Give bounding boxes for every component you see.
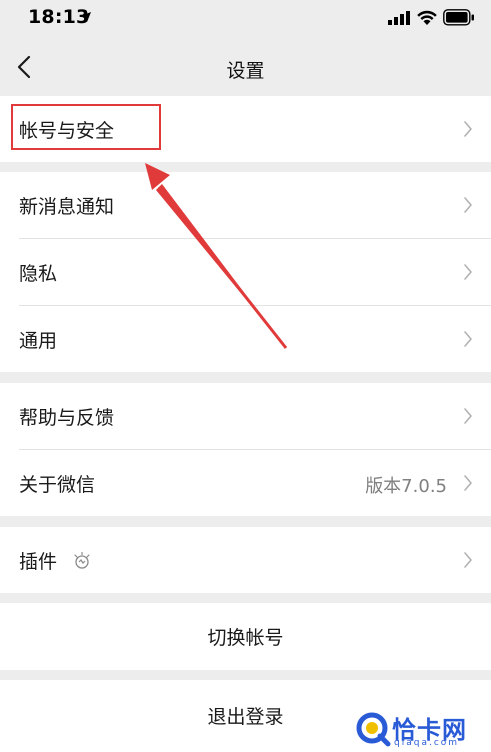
watermark-url: qiaqa.com (394, 738, 460, 748)
annotation-arrow-icon (145, 163, 288, 349)
watermark-logo: 恰卡网 qiaqa.com (352, 706, 491, 752)
watermark-logo-icon (356, 712, 391, 747)
